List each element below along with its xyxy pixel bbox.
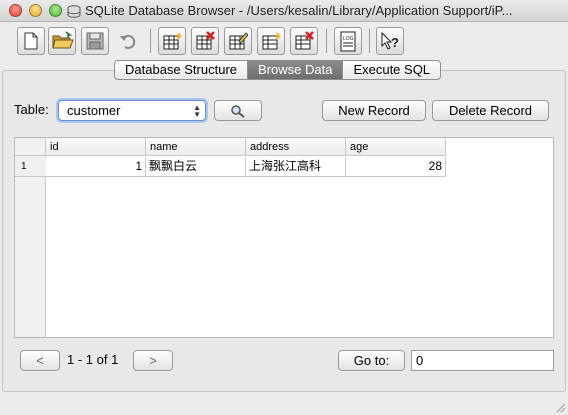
next-page-button[interactable]: > — [133, 350, 173, 371]
minimize-window-button[interactable] — [29, 4, 42, 17]
log-icon: LOG — [340, 31, 356, 52]
search-button[interactable] — [214, 100, 262, 121]
create-index-button[interactable] — [257, 27, 285, 55]
delete-index-button[interactable] — [290, 27, 318, 55]
row-header[interactable]: 1 — [15, 157, 46, 177]
zoom-window-button[interactable] — [49, 4, 62, 17]
data-grid[interactable]: id name address age 1 1 飘飘白云 上海张江高科 28 — [14, 137, 554, 338]
grid-corner — [15, 138, 46, 156]
undo-button[interactable] — [114, 27, 142, 55]
table-select[interactable]: customer ▲ ▼ — [58, 100, 206, 121]
column-header-name[interactable]: name — [146, 138, 246, 156]
tab-database-structure[interactable]: Database Structure — [114, 60, 249, 80]
delete-table-icon — [196, 31, 215, 50]
open-folder-icon — [52, 31, 74, 49]
modify-table-icon — [229, 32, 248, 50]
svg-text:?: ? — [391, 35, 399, 50]
tab-bar: Database Structure Browse Data Execute S… — [114, 60, 442, 80]
toolbar-separator — [326, 29, 327, 53]
cell-age[interactable]: 28 — [346, 157, 446, 177]
open-database-button[interactable] — [48, 27, 76, 55]
page-info: 1 - 1 of 1 — [67, 352, 119, 367]
cell-address[interactable]: 上海张江高科 — [246, 157, 346, 177]
whats-this-button[interactable]: ? — [376, 27, 404, 55]
save-icon — [86, 32, 104, 50]
title-bar: SQLite Database Browser - /Users/kesalin… — [0, 0, 568, 22]
resize-grip-icon[interactable] — [554, 401, 566, 413]
delete-table-button[interactable] — [191, 27, 219, 55]
tab-execute-sql[interactable]: Execute SQL — [343, 60, 442, 80]
window-title: SQLite Database Browser - /Users/kesalin… — [85, 3, 513, 18]
whats-this-icon: ? — [381, 31, 399, 50]
database-icon — [67, 5, 81, 18]
select-arrows-icon: ▲ ▼ — [193, 103, 201, 119]
delete-index-icon — [295, 31, 314, 50]
svg-text:LOG: LOG — [343, 36, 354, 42]
log-button[interactable]: LOG — [334, 27, 362, 55]
search-icon — [231, 105, 245, 118]
modify-table-button[interactable] — [224, 27, 252, 55]
tab-browse-data[interactable]: Browse Data — [248, 60, 344, 80]
cell-id[interactable]: 1 — [46, 157, 146, 177]
toolbar: LOG ? — [0, 23, 568, 59]
column-header-address[interactable]: address — [246, 138, 346, 156]
go-to-input[interactable] — [411, 350, 554, 371]
toolbar-separator — [369, 29, 370, 53]
go-to-button[interactable]: Go to: — [338, 350, 405, 371]
new-file-icon — [24, 32, 38, 50]
table-select-value: customer — [67, 103, 121, 118]
undo-icon — [120, 34, 136, 49]
previous-page-button[interactable]: < — [20, 350, 60, 371]
table-label: Table: — [14, 102, 49, 117]
column-header-age[interactable]: age — [346, 138, 446, 156]
close-window-button[interactable] — [9, 4, 22, 17]
toolbar-separator — [150, 29, 151, 53]
cell-name[interactable]: 飘飘白云 — [146, 157, 246, 177]
new-database-button[interactable] — [17, 27, 45, 55]
save-button[interactable] — [81, 27, 109, 55]
new-record-button[interactable]: New Record — [322, 100, 426, 121]
create-index-icon — [262, 32, 281, 50]
create-table-icon — [163, 32, 182, 50]
column-header-id[interactable]: id — [46, 138, 146, 156]
row-header-column — [15, 156, 46, 337]
create-table-button[interactable] — [158, 27, 186, 55]
delete-record-button[interactable]: Delete Record — [432, 100, 549, 121]
